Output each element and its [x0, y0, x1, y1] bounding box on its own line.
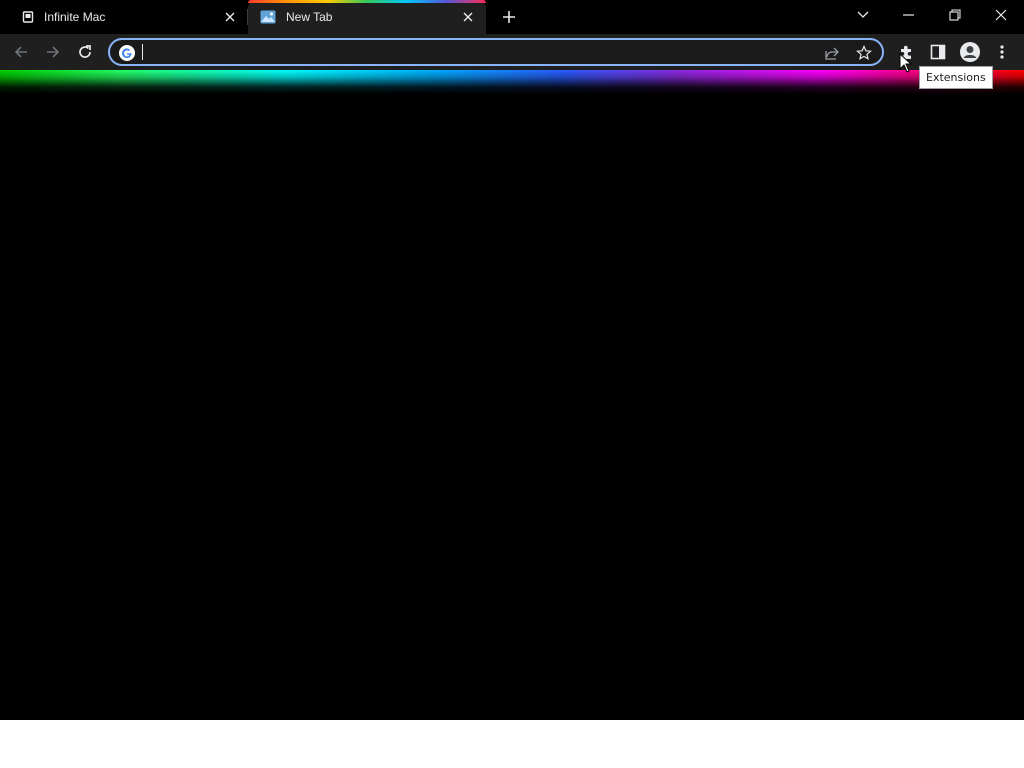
close-icon	[995, 9, 1007, 21]
theme-rainbow-fade	[0, 70, 1024, 94]
close-window-button[interactable]	[978, 0, 1024, 30]
side-panel-icon	[930, 44, 946, 60]
tab-search-button[interactable]	[840, 0, 886, 30]
tab-title: Infinite Mac	[44, 10, 106, 24]
desktop-area	[0, 720, 1024, 768]
address-bar[interactable]	[108, 38, 884, 66]
tab-search-icon	[857, 11, 869, 18]
back-icon	[14, 46, 27, 58]
page-content	[0, 94, 1024, 720]
tab-strip: Infinite Mac New Tab	[0, 0, 1024, 34]
bookmark-star-icon[interactable]	[854, 43, 874, 63]
back-button[interactable]	[8, 39, 34, 65]
tab-title: New Tab	[286, 10, 333, 24]
toolbar	[0, 34, 1024, 70]
restore-button[interactable]	[932, 0, 978, 30]
mouse-cursor-icon	[899, 53, 913, 73]
extensions-tooltip: Extensions	[919, 66, 993, 89]
reload-button[interactable]	[72, 39, 98, 65]
restore-icon	[949, 9, 961, 21]
side-panel-button[interactable]	[926, 40, 950, 64]
address-input[interactable]	[142, 43, 802, 61]
forward-button[interactable]	[40, 39, 66, 65]
minimize-button[interactable]	[886, 0, 932, 30]
tab-infinite-mac[interactable]: Infinite Mac	[8, 0, 248, 34]
share-icon[interactable]	[822, 43, 842, 63]
plus-icon	[503, 11, 515, 23]
close-tab-icon[interactable]	[460, 9, 476, 25]
reload-icon	[79, 45, 91, 58]
browser-window: Infinite Mac New Tab Extensions	[0, 0, 1024, 720]
menu-button[interactable]	[990, 40, 1014, 64]
close-tab-icon[interactable]	[222, 9, 238, 25]
google-icon	[118, 44, 136, 62]
tab-new-tab[interactable]: New Tab	[248, 0, 486, 34]
profile-button[interactable]	[958, 40, 982, 64]
forward-icon	[47, 46, 60, 58]
text-caret	[142, 44, 143, 60]
mac-icon	[22, 11, 34, 23]
minimize-icon	[903, 14, 914, 16]
profile-icon	[960, 42, 980, 62]
menu-icon	[1000, 45, 1004, 59]
image-icon	[260, 9, 276, 25]
new-tab-button[interactable]	[498, 6, 520, 28]
